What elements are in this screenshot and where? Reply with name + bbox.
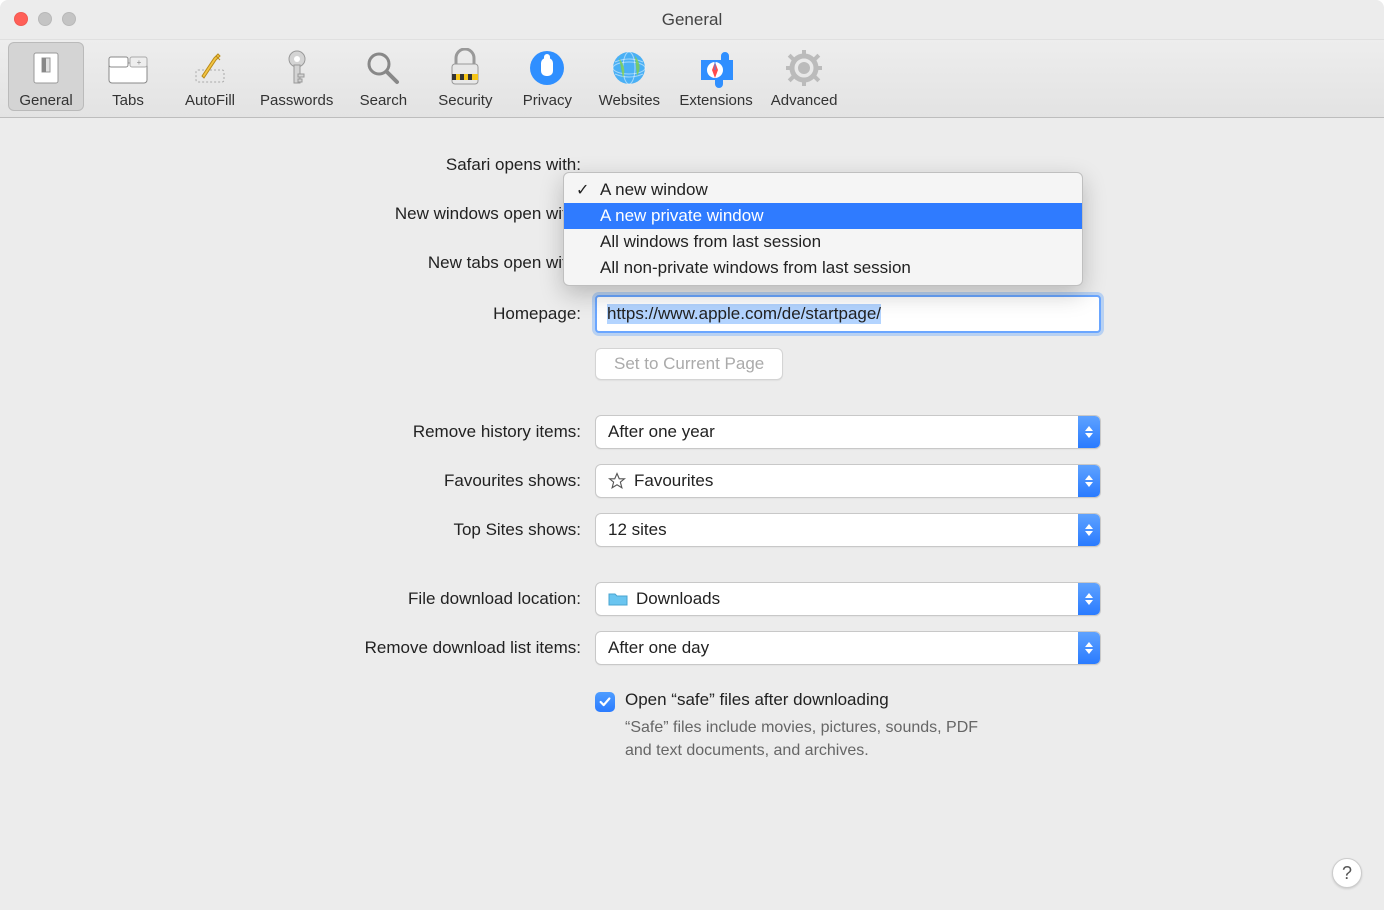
extensions-icon [694,46,738,90]
privacy-icon [525,46,569,90]
select-top-sites-shows[interactable]: 12 sites [595,513,1101,547]
desc-safe-files: “Safe” files include movies, pictures, s… [625,716,1005,762]
star-icon [608,472,626,490]
dropdown-option-all-non-private-windows-last-session[interactable]: All non-private windows from last sessio… [564,255,1082,281]
search-icon [361,46,405,90]
general-icon [24,46,68,90]
preferences-toolbar: General + Tabs AutoFill Passwords Search [0,40,1384,118]
label-new-tabs-open-with: New tabs open with: [40,253,595,273]
tab-websites[interactable]: Websites [591,42,667,111]
tab-extensions-label: Extensions [679,92,752,109]
label-remove-download-list: Remove download list items: [40,638,595,658]
tab-general[interactable]: General [8,42,84,111]
tab-privacy[interactable]: Privacy [509,42,585,111]
titlebar: General [0,0,1384,40]
label-safari-opens-with: Safari opens with: [40,155,595,175]
select-favourites-shows-value: Favourites [634,471,713,491]
zoom-window-button[interactable] [62,12,76,26]
input-homepage[interactable] [595,295,1101,333]
minimize-window-button[interactable] [38,12,52,26]
chevron-updown-icon [1078,416,1100,448]
dropdown-option-all-windows-last-session[interactable]: All windows from last session [564,229,1082,255]
tab-security[interactable]: Security [427,42,503,111]
tab-search-label: Search [360,92,408,109]
window-controls [14,12,76,26]
chevron-updown-icon [1078,632,1100,664]
help-button[interactable]: ? [1332,858,1362,888]
tab-passwords-label: Passwords [260,92,333,109]
select-top-sites-shows-value: 12 sites [608,520,667,540]
chevron-updown-icon [1078,465,1100,497]
label-open-safe-files: Open “safe” files after downloading [625,690,1005,710]
window-title: General [662,10,722,30]
tab-tabs[interactable]: + Tabs [90,42,166,111]
select-file-download-location-value: Downloads [636,589,720,609]
passwords-icon [275,46,319,90]
checkbox-open-safe-files[interactable] [595,692,615,712]
select-remove-history-value: After one year [608,422,715,442]
websites-icon [607,46,651,90]
chevron-updown-icon [1078,514,1100,546]
button-set-current-page[interactable]: Set to Current Page [595,348,783,380]
tab-advanced-label: Advanced [771,92,838,109]
preferences-window: General General + Tabs AutoFill Password… [0,0,1384,910]
label-remove-history: Remove history items: [40,422,595,442]
tab-passwords[interactable]: Passwords [254,42,339,111]
label-top-sites-shows: Top Sites shows: [40,520,595,540]
tabs-icon: + [106,46,150,90]
security-icon [443,46,487,90]
tab-general-label: General [19,92,72,109]
tab-tabs-label: Tabs [112,92,144,109]
tab-websites-label: Websites [599,92,660,109]
label-file-download-location: File download location: [40,589,595,609]
folder-icon [608,591,628,607]
select-remove-download-list-value: After one day [608,638,709,658]
tab-security-label: Security [438,92,492,109]
dropdown-option-new-private-window[interactable]: A new private window [564,203,1082,229]
autofill-icon [188,46,232,90]
tab-autofill-label: AutoFill [185,92,235,109]
tab-search[interactable]: Search [345,42,421,111]
select-favourites-shows[interactable]: Favourites [595,464,1101,498]
label-new-windows-open-with: New windows open with: [40,204,595,224]
tab-advanced[interactable]: Advanced [765,42,844,111]
label-favourites-shows: Favourites shows: [40,471,595,491]
tab-autofill[interactable]: AutoFill [172,42,248,111]
dropdown-option-new-window[interactable]: A new window [564,177,1082,203]
dropdown-safari-opens-with: A new window A new private window All wi… [563,172,1083,286]
advanced-icon [782,46,826,90]
svg-text:+: + [137,58,142,67]
select-remove-download-list[interactable]: After one day [595,631,1101,665]
tab-privacy-label: Privacy [523,92,572,109]
select-file-download-location[interactable]: Downloads [595,582,1101,616]
chevron-updown-icon [1078,583,1100,615]
select-remove-history[interactable]: After one year [595,415,1101,449]
tab-extensions[interactable]: Extensions [673,42,758,111]
label-homepage: Homepage: [40,304,595,324]
close-window-button[interactable] [14,12,28,26]
